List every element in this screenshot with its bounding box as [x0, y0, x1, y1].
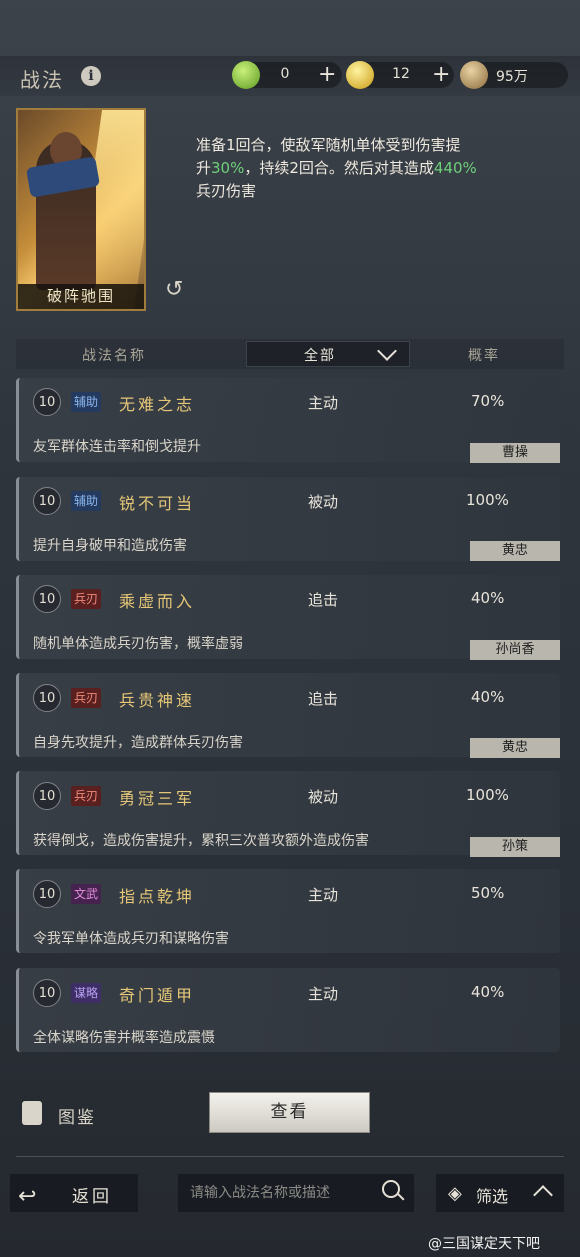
skill-desc: 自身先攻提升，造成群体兵刃伤害 [33, 735, 243, 751]
jade-coin-icon [232, 61, 260, 89]
skill-desc: 获得倒戈，造成伤害提升，累积三次普攻额外造成伤害 [33, 833, 369, 849]
skill-level: 10 [33, 979, 61, 1007]
skill-name: 指点乾坤 [119, 887, 196, 906]
desc-line-1: 准备1回合，使敌军随机单体受到伤害提 [196, 136, 461, 154]
skill-desc: 提升自身破甲和造成伤害 [33, 538, 187, 554]
skill-level: 10 [33, 782, 61, 810]
filter-label: 筛选 [476, 1187, 509, 1206]
atlas-button[interactable]: 图鉴 [58, 1103, 96, 1128]
skill-name: 乘虚而入 [119, 592, 196, 611]
skill-name: 兵贵神速 [119, 691, 196, 710]
view-button[interactable]: 查看 [209, 1092, 370, 1133]
jade-value: 0 [280, 66, 290, 82]
skill-level: 10 [33, 880, 61, 908]
skill-type: 追击 [308, 690, 339, 708]
skill-rate: 100% [466, 491, 509, 509]
skill-name: 无难之志 [119, 395, 196, 414]
refresh-icon[interactable]: ↺ [165, 277, 183, 302]
general-badge: 孙策 [470, 837, 560, 857]
skill-desc: 友军群体连击率和倒戈提升 [33, 439, 201, 455]
general-badge: 曹操 [470, 443, 560, 463]
skill-level: 10 [33, 684, 61, 712]
divider [16, 1156, 564, 1157]
desc-highlight-value: 30% [211, 159, 245, 177]
general-badge: 黄忠 [470, 541, 560, 561]
copper-coin-icon [460, 61, 488, 89]
desc-text: ，持续2回合。然后对其造成 [244, 159, 434, 177]
skill-rate: 40% [471, 688, 505, 706]
skill-name: 奇门遁甲 [119, 986, 196, 1005]
skill-desc: 全体谋略伤害并概率造成震慑 [33, 1030, 215, 1046]
skill-tag: 谋略 [71, 983, 102, 1003]
back-label: 返回 [72, 1187, 112, 1207]
atlas-icon[interactable] [22, 1101, 42, 1125]
watermark: @三国谋定天下吧 [428, 1236, 540, 1252]
skill-tag: 辅助 [71, 491, 102, 511]
info-icon[interactable]: i [81, 66, 101, 86]
copper-value: 95万 [496, 69, 528, 85]
gold-coin-icon [346, 61, 374, 89]
skill-level: 10 [33, 487, 61, 515]
skill-rate: 40% [471, 983, 505, 1001]
skill-level: 10 [33, 388, 61, 416]
column-rate: 概率 [468, 348, 500, 364]
skill-type: 主动 [308, 886, 339, 904]
skill-tag: 兵刃 [71, 786, 102, 806]
skill-rate: 70% [471, 392, 505, 410]
skill-tag: 兵刃 [71, 688, 102, 708]
skill-desc: 随机单体造成兵刃伤害，概率虚弱 [33, 636, 243, 652]
type-filter-value: 全部 [304, 348, 336, 364]
general-badge: 孙尚香 [470, 640, 560, 660]
add-gold-button[interactable]: + [432, 62, 450, 87]
skill-rate: 40% [471, 589, 505, 607]
desc-line-3: 兵刃伤害 [196, 182, 257, 200]
desc-line-2: 升30%，持续2回合。然后对其造成440% [196, 157, 536, 180]
skill-card-image[interactable]: 破阵驰围 [16, 108, 146, 311]
skill-type: 被动 [308, 788, 339, 806]
column-name: 战法名称 [82, 348, 146, 364]
card-name: 破阵驰围 [18, 284, 144, 309]
skill-name: 勇冠三军 [119, 789, 196, 808]
desc-highlight-value: 440% [433, 159, 477, 177]
skill-tag: 兵刃 [71, 589, 102, 609]
back-arrow-icon: ↩ [18, 1184, 37, 1209]
add-jade-button[interactable]: + [318, 62, 336, 87]
general-badge: 黄忠 [470, 738, 560, 758]
skill-rate: 50% [471, 884, 505, 902]
skill-description: 准备1回合，使敌军随机单体受到伤害提 升30%，持续2回合。然后对其造成440%… [196, 134, 536, 203]
skill-rate: 100% [466, 786, 509, 804]
skill-desc: 令我军单体造成兵刃和谋略伤害 [33, 931, 229, 947]
skill-name: 锐不可当 [119, 494, 196, 513]
filter-icon: ◈ [448, 1183, 462, 1204]
page-title: 战法 [20, 68, 64, 92]
skill-type: 被动 [308, 493, 339, 511]
desc-text: 升 [196, 159, 212, 177]
skill-level: 10 [33, 585, 61, 613]
skill-type: 主动 [308, 394, 339, 412]
gold-value: 12 [392, 66, 410, 82]
skill-tag: 辅助 [71, 392, 102, 412]
skill-tag: 文武 [71, 884, 102, 904]
skill-type: 追击 [308, 591, 339, 609]
skill-type: 主动 [308, 985, 339, 1003]
search-input[interactable] [178, 1174, 414, 1212]
